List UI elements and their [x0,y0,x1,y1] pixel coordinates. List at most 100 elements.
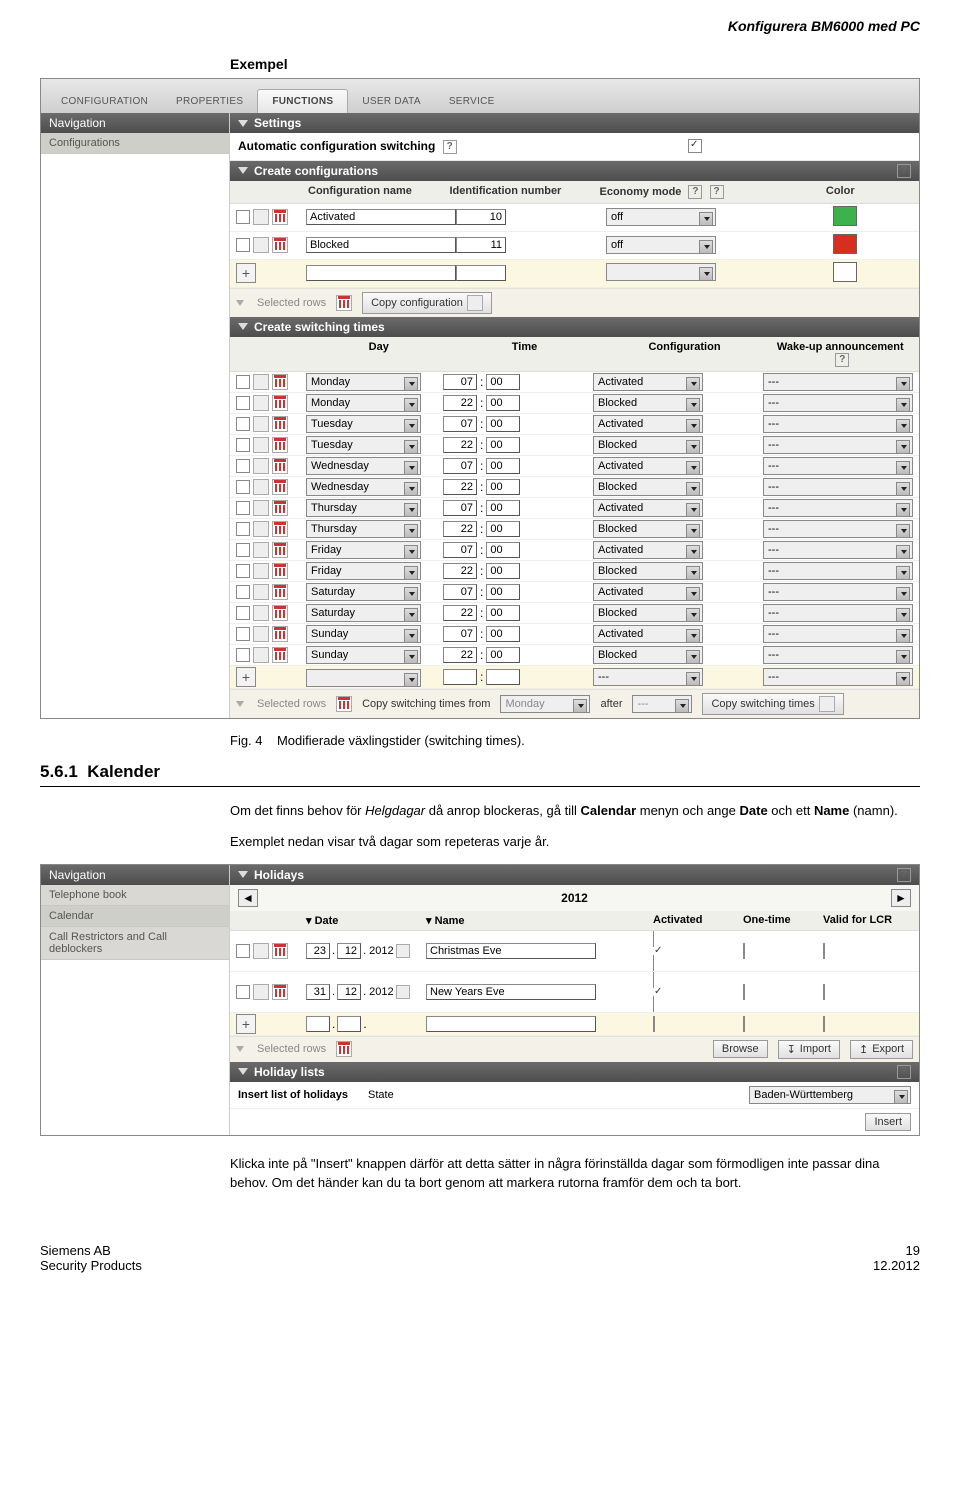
color-swatch[interactable] [833,234,857,254]
copy-icon[interactable] [253,521,269,537]
tab-user-data[interactable]: USER DATA [348,90,434,113]
panel-holiday-lists[interactable]: Holiday lists? [230,1062,919,1082]
hour-input[interactable] [443,669,477,685]
trash-icon[interactable] [272,395,288,411]
hour-input[interactable] [443,500,477,516]
copy-icon[interactable] [253,458,269,474]
auto-switch-checkbox[interactable] [688,139,702,153]
cfg-select[interactable]: Blocked [593,604,703,622]
holiday-name-input[interactable] [426,943,596,959]
tab-service[interactable]: SERVICE [435,90,509,113]
tab-properties[interactable]: PROPERTIES [162,90,257,113]
onetime-checkbox[interactable] [743,1016,745,1032]
wakeup-select[interactable]: --- [763,520,913,538]
browse-button[interactable]: Browse [713,1040,768,1058]
row-checkbox[interactable] [236,238,250,252]
cfg-select[interactable]: Blocked [593,562,703,580]
calendar-icon[interactable] [396,985,410,999]
copy-icon[interactable] [253,374,269,390]
help-icon[interactable]: ? [835,353,849,367]
color-swatch[interactable] [833,262,857,282]
copy-icon[interactable] [253,542,269,558]
sidebar-item-calendar[interactable]: Calendar [41,906,229,927]
trash-icon[interactable] [272,500,288,516]
copy-icon[interactable] [253,647,269,663]
copy-icon[interactable] [253,437,269,453]
row-checkbox[interactable] [236,210,250,224]
trash-icon[interactable] [336,696,352,712]
copy-icon[interactable] [253,605,269,621]
panel-create-configurations[interactable]: Create configurations? [230,161,919,181]
add-row-button[interactable]: + [236,263,256,283]
day-select[interactable]: Monday [306,373,421,391]
trash-icon[interactable] [272,605,288,621]
sidebar-item-call-restrictors[interactable]: Call Restrictors and Call deblockers [41,927,229,960]
row-checkbox[interactable] [236,543,250,557]
panel-holidays[interactable]: Holidays? [230,865,919,885]
sidebar-item-telephone-book[interactable]: Telephone book [41,885,229,906]
col-date[interactable]: Date [315,915,339,927]
year-prev-button[interactable]: ◄ [238,889,258,907]
tab-functions[interactable]: FUNCTIONS [257,89,348,113]
row-checkbox[interactable] [236,417,250,431]
lcr-checkbox[interactable] [823,1016,825,1032]
config-name-input[interactable] [306,209,456,225]
minute-input[interactable] [486,605,520,621]
day-select[interactable]: Monday [306,394,421,412]
day-select[interactable]: Tuesday [306,436,421,454]
copy-icon[interactable] [253,395,269,411]
import-button[interactable]: ↧ Import [778,1040,840,1059]
day-select[interactable]: Friday [306,541,421,559]
lcr-checkbox[interactable] [823,984,825,1000]
row-checkbox[interactable] [236,564,250,578]
wakeup-select[interactable]: --- [763,373,913,391]
day-select[interactable]: Thursday [306,520,421,538]
wakeup-select[interactable]: --- [763,668,913,686]
hour-input[interactable] [443,521,477,537]
economy-select[interactable]: off [606,236,716,254]
minute-input[interactable] [486,437,520,453]
wakeup-select[interactable]: --- [763,625,913,643]
tab-configuration[interactable]: CONFIGURATION [47,90,162,113]
row-checkbox[interactable] [236,606,250,620]
wakeup-select[interactable]: --- [763,583,913,601]
row-checkbox[interactable] [236,648,250,662]
after-select[interactable]: --- [632,695,692,713]
row-checkbox[interactable] [236,501,250,515]
hour-input[interactable] [443,563,477,579]
onetime-checkbox[interactable] [743,984,745,1000]
wakeup-select[interactable]: --- [763,541,913,559]
holiday-name-input[interactable] [426,984,596,1000]
copy-icon[interactable] [253,416,269,432]
trash-icon[interactable] [272,542,288,558]
help-icon[interactable]: ? [897,164,911,178]
trash-icon[interactable] [272,437,288,453]
activated-checkbox[interactable] [653,1016,655,1032]
day-select[interactable]: Thursday [306,499,421,517]
row-checkbox[interactable] [236,375,250,389]
minute-input[interactable] [486,416,520,432]
day-select[interactable]: Saturday [306,583,421,601]
copy-icon[interactable] [253,584,269,600]
copy-icon[interactable] [253,626,269,642]
cfg-select[interactable]: Blocked [593,478,703,496]
row-checkbox[interactable] [236,480,250,494]
day-select[interactable]: Friday [306,562,421,580]
state-select[interactable]: Baden-Württemberg [749,1086,911,1104]
minute-input[interactable] [486,395,520,411]
trash-icon[interactable] [272,416,288,432]
copy-icon[interactable] [253,500,269,516]
wakeup-select[interactable]: --- [763,646,913,664]
add-row-button[interactable]: + [236,667,256,687]
export-button[interactable]: ↥ Export [850,1040,913,1059]
wakeup-select[interactable]: --- [763,604,913,622]
holiday-name-input[interactable] [426,1016,596,1032]
cfg-select[interactable]: Activated [593,457,703,475]
row-checkbox[interactable] [236,459,250,473]
activated-checkbox[interactable] [653,972,743,1012]
wakeup-select[interactable]: --- [763,457,913,475]
config-name-input[interactable] [306,265,456,281]
minute-input[interactable] [486,479,520,495]
hour-input[interactable] [443,605,477,621]
row-checkbox[interactable] [236,522,250,536]
